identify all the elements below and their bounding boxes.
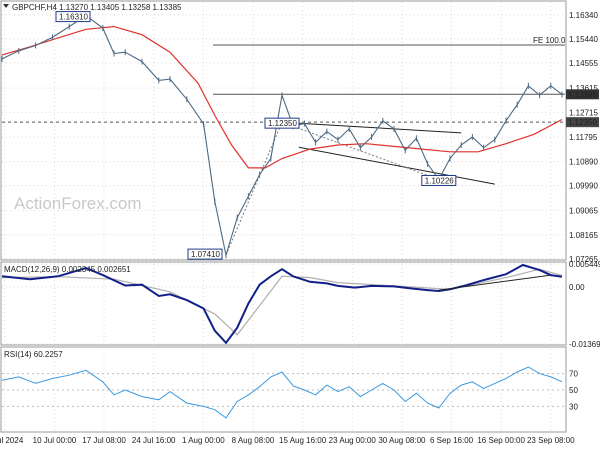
- x-tick-label: 23 Sep 08:00: [527, 436, 575, 445]
- macd-header: MACD(12,26,9) 0.002345 0.002651: [4, 265, 131, 274]
- x-tick-label: 15 Aug 16:00: [279, 436, 327, 445]
- chart-canvas: ActionForex.com FE 100.0 1.16310 1.07410 1.…: [0, 0, 600, 445]
- macd-y-tick-label: -0.013694: [569, 340, 600, 349]
- fibonacci-extension-label: FE 100.0: [533, 36, 566, 45]
- price-panel: [0, 0, 567, 261]
- price-y-tick-label: 1.11795: [569, 133, 598, 142]
- price-level-tag-label: 1.12350: [568, 118, 597, 127]
- price-annotation-label: 1.10226: [425, 176, 454, 185]
- rsi-y-tick-label: 70: [569, 370, 578, 379]
- x-tick-label: 30 Aug 08:00: [378, 436, 426, 445]
- price-y-tick-label: 1.09065: [569, 207, 598, 216]
- macd-panel: [0, 261, 567, 346]
- x-tick-label: 8 Aug 08:00: [232, 436, 275, 445]
- price-annotation-label: 1.07410: [191, 250, 220, 259]
- price-y-tick-label: 1.10890: [569, 157, 598, 166]
- price-level-tag-label: 1.13385: [568, 90, 597, 99]
- x-tick-label: 2 Jul 2024: [0, 436, 24, 445]
- x-tick-label: 16 Sep 00:00: [477, 436, 525, 445]
- rsi-y-tick-label: 30: [569, 402, 578, 411]
- price-annotation-label: 1.12350: [268, 119, 297, 128]
- x-tick-label: 10 Jul 00:00: [33, 436, 77, 445]
- x-tick-label: 24 Jul 16:00: [132, 436, 176, 445]
- price-y-tick-label: 1.15440: [569, 35, 598, 44]
- rsi-y-tick-label: 50: [569, 386, 578, 395]
- price-y-tick-label: 1.16340: [569, 11, 598, 20]
- price-y-tick-label: 1.12715: [569, 108, 598, 117]
- macd-y-tick-label: 0.005449: [569, 260, 600, 269]
- main-header: GBPCHF,H4 1.13270 1.13405 1.13258 1.1338…: [12, 3, 182, 12]
- price-y-tick-label: 1.08165: [569, 231, 598, 240]
- rsi-header: RSI(14) 60.2257: [4, 350, 63, 359]
- macd-y-tick-label: 0.00: [569, 283, 585, 292]
- price-y-tick-label: 1.09990: [569, 182, 598, 191]
- x-tick-label: 1 Aug 00:00: [182, 436, 225, 445]
- price-annotation-label: 1.16310: [59, 13, 88, 22]
- price-y-tick-label: 1.14555: [569, 59, 598, 68]
- x-tick-label: 23 Aug 00:00: [329, 436, 377, 445]
- x-tick-label: 17 Jul 08:00: [82, 436, 126, 445]
- watermark: ActionForex.com: [14, 194, 142, 213]
- x-tick-label: 6 Sep 16:00: [430, 436, 474, 445]
